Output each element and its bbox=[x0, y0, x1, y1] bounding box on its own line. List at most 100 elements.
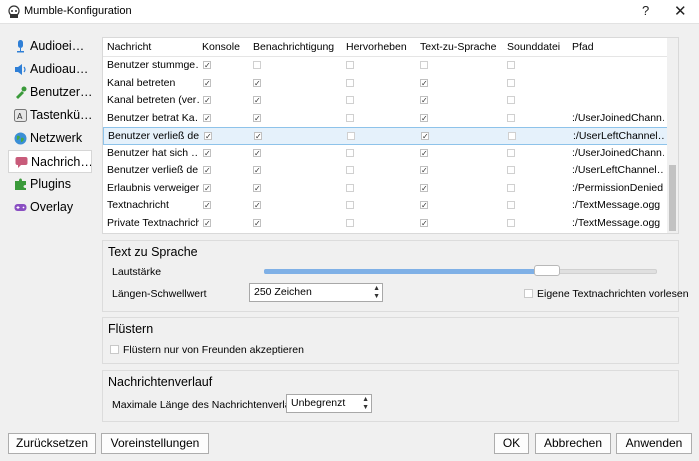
highlight-checkbox[interactable] bbox=[347, 132, 355, 140]
tts-checkbox[interactable]: ✓ bbox=[420, 201, 428, 210]
table-scrollbar[interactable] bbox=[667, 38, 678, 233]
console-checkbox[interactable]: ✓ bbox=[203, 78, 211, 87]
notification-checkbox[interactable]: ✓ bbox=[254, 132, 262, 141]
sound-checkbox[interactable] bbox=[507, 61, 515, 69]
sound-checkbox[interactable] bbox=[507, 78, 515, 87]
sound-checkbox[interactable] bbox=[507, 96, 515, 104]
notification-checkbox[interactable]: ✓ bbox=[253, 218, 261, 227]
column-header-tts[interactable]: Text-zu-Sprache bbox=[420, 41, 496, 53]
highlight-checkbox[interactable] bbox=[346, 183, 354, 192]
sidebar-item-overlay[interactable]: Overlay bbox=[8, 196, 92, 219]
volume-slider-handle[interactable] bbox=[533, 265, 560, 276]
console-checkbox[interactable]: ✓ bbox=[203, 61, 211, 70]
tts-checkbox[interactable]: ✓ bbox=[420, 183, 428, 192]
column-header-notification[interactable]: Benachrichtigung bbox=[253, 41, 334, 53]
spin-arrows-icon[interactable]: ▲ ▼ bbox=[373, 285, 380, 301]
sidebar-item-plugins[interactable]: Plugins bbox=[8, 173, 92, 196]
read-own-messages-label: Eigene Textnachrichten vorlesen bbox=[537, 288, 689, 300]
tts-checkbox[interactable]: ✓ bbox=[421, 132, 429, 141]
notification-checkbox[interactable]: ✓ bbox=[253, 183, 261, 192]
highlight-checkbox[interactable] bbox=[346, 148, 354, 157]
table-row[interactable]: Benutzer betrat Ka… ✓ ✓ ✓:/UserJoinedChann… bbox=[103, 110, 669, 128]
console-checkbox[interactable]: ✓ bbox=[203, 183, 211, 192]
highlight-checkbox[interactable] bbox=[346, 113, 354, 122]
tts-checkbox[interactable]: ✓ bbox=[420, 166, 428, 175]
console-checkbox[interactable]: ✓ bbox=[203, 218, 211, 227]
table-row[interactable]: Textnachricht ✓ ✓ ✓:/TextMessage.ogg bbox=[103, 197, 669, 215]
column-header-message[interactable]: Nachricht bbox=[107, 41, 151, 53]
tts-checkbox[interactable] bbox=[420, 61, 428, 69]
apply-button[interactable]: Anwenden bbox=[616, 433, 692, 454]
svg-text:A: A bbox=[17, 112, 23, 121]
help-button[interactable]: ? bbox=[642, 3, 649, 18]
sidebar-item-shortcuts[interactable]: A Tastenkü… bbox=[8, 104, 92, 127]
max-history-spinbox[interactable]: Unbegrenzt ▲ ▼ bbox=[286, 394, 372, 413]
tts-checkbox[interactable]: ✓ bbox=[420, 148, 428, 157]
sound-path-cell: :/UserLeftChannel… bbox=[572, 164, 664, 176]
highlight-checkbox[interactable] bbox=[346, 201, 354, 209]
table-row[interactable]: Benutzer verließ de… ✓ ✓ ✓:/UserLeftChannel… bbox=[103, 162, 669, 180]
sidebar-item-audio-input[interactable]: Audioei… bbox=[8, 35, 92, 58]
highlight-checkbox[interactable] bbox=[346, 61, 354, 69]
sidebar-item-messages[interactable]: Nachrich… bbox=[8, 150, 92, 173]
notification-checkbox[interactable]: ✓ bbox=[253, 96, 261, 105]
read-own-messages-checkbox[interactable] bbox=[524, 289, 533, 298]
reset-button[interactable]: Zurücksetzen bbox=[8, 433, 96, 454]
threshold-spinbox[interactable]: 250 Zeichen ▲ ▼ bbox=[249, 283, 383, 302]
whisper-friends-only-checkbox[interactable] bbox=[110, 345, 119, 354]
column-header-path[interactable]: Pfad bbox=[572, 41, 594, 53]
sidebar-item-audio-output[interactable]: Audioau… bbox=[8, 58, 92, 81]
highlight-checkbox[interactable] bbox=[346, 96, 354, 104]
console-checkbox[interactable]: ✓ bbox=[203, 166, 211, 175]
notification-checkbox[interactable]: ✓ bbox=[253, 78, 261, 87]
console-checkbox[interactable]: ✓ bbox=[203, 113, 211, 122]
tts-group-title: Text zu Sprache bbox=[108, 245, 198, 259]
console-checkbox[interactable]: ✓ bbox=[203, 201, 211, 210]
highlight-checkbox[interactable] bbox=[346, 78, 354, 87]
highlight-checkbox[interactable] bbox=[346, 218, 354, 227]
column-header-highlight[interactable]: Hervorheben bbox=[346, 41, 407, 53]
column-header-console[interactable]: Konsole bbox=[202, 41, 240, 53]
messages-table[interactable]: Nachricht Konsole Benachrichtigung Hervo… bbox=[102, 37, 679, 234]
sound-checkbox[interactable] bbox=[508, 132, 516, 140]
table-row[interactable]: Private Textnachricht ✓ ✓ ✓:/TextMessage.og… bbox=[103, 215, 669, 233]
tts-checkbox[interactable]: ✓ bbox=[420, 113, 428, 122]
table-row[interactable]: Kanal betreten ✓ ✓ ✓ bbox=[103, 75, 669, 93]
sound-checkbox[interactable] bbox=[507, 113, 515, 122]
scrollbar-thumb[interactable] bbox=[669, 165, 676, 231]
whisper-group-title: Flüstern bbox=[108, 322, 154, 336]
table-row[interactable]: Erlaubnis verweigert ✓ ✓ ✓:/PermissionDenie… bbox=[103, 180, 669, 198]
tts-checkbox[interactable]: ✓ bbox=[420, 96, 428, 105]
notification-checkbox[interactable]: ✓ bbox=[253, 201, 261, 210]
ok-button[interactable]: OK bbox=[494, 433, 529, 454]
notification-checkbox[interactable]: ✓ bbox=[253, 148, 261, 157]
close-button[interactable]: ✕ bbox=[674, 2, 687, 20]
cancel-button[interactable]: Abbrechen bbox=[535, 433, 611, 454]
table-row[interactable]: Kanal betreten (ver… ✓ ✓ ✓ bbox=[103, 92, 669, 110]
notification-checkbox[interactable]: ✓ bbox=[253, 166, 261, 175]
sidebar-item-network[interactable]: Netzwerk bbox=[8, 127, 92, 150]
table-row[interactable]: Benutzer hat sich … ✓ ✓ ✓:/UserJoinedChann… bbox=[103, 145, 669, 163]
sound-path-cell: :/UserLeftChannel… bbox=[573, 130, 665, 142]
defaults-button[interactable]: Voreinstellungen bbox=[101, 433, 209, 454]
sidebar-item-user-interface[interactable]: Benutzer… bbox=[8, 81, 92, 104]
table-row[interactable]: Benutzer verließ de… ✓ ✓ ✓:/UserLeftChannel… bbox=[103, 127, 669, 145]
sound-checkbox[interactable] bbox=[507, 166, 515, 174]
window-title: Mumble-Konfiguration bbox=[24, 5, 132, 17]
tts-checkbox[interactable]: ✓ bbox=[420, 78, 428, 87]
spin-arrows-icon[interactable]: ▲ ▼ bbox=[362, 396, 369, 412]
sound-checkbox[interactable] bbox=[507, 218, 515, 227]
sound-checkbox[interactable] bbox=[507, 148, 515, 157]
volume-slider-fill bbox=[264, 269, 547, 274]
console-checkbox[interactable]: ✓ bbox=[204, 132, 212, 141]
console-checkbox[interactable]: ✓ bbox=[203, 96, 211, 105]
highlight-checkbox[interactable] bbox=[346, 166, 354, 174]
notification-checkbox[interactable] bbox=[253, 61, 261, 69]
column-header-sound[interactable]: Sounddatei bbox=[507, 41, 560, 53]
sound-checkbox[interactable] bbox=[507, 201, 515, 209]
notification-checkbox[interactable]: ✓ bbox=[253, 113, 261, 122]
sound-checkbox[interactable] bbox=[507, 183, 515, 192]
tts-checkbox[interactable]: ✓ bbox=[420, 218, 428, 227]
table-row[interactable]: Benutzer stummge… ✓ bbox=[103, 57, 669, 75]
console-checkbox[interactable]: ✓ bbox=[203, 148, 211, 157]
